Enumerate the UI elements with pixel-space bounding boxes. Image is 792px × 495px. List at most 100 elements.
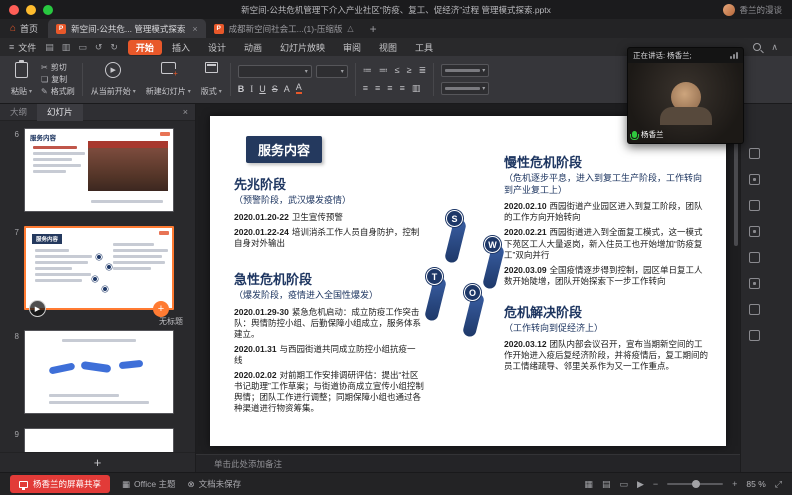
- side-panel-icon[interactable]: [749, 226, 760, 237]
- notes-placeholder[interactable]: 单击此处添加备注: [196, 454, 740, 472]
- redo-icon[interactable]: ↻: [110, 42, 118, 53]
- layout-button[interactable]: 版式▾: [196, 60, 227, 99]
- minimize-window-button[interactable]: [26, 5, 36, 15]
- close-panel-icon[interactable]: ×: [183, 107, 195, 117]
- font-color-button[interactable]: A: [296, 83, 302, 94]
- thumb-wordart-shape: [81, 361, 112, 373]
- font-name-select[interactable]: ▾: [238, 65, 312, 78]
- print-preview-icon[interactable]: ▭: [78, 42, 87, 53]
- outline-tab[interactable]: 大纲: [0, 104, 37, 121]
- save-icon[interactable]: ▤: [45, 42, 54, 53]
- format-painter-button[interactable]: ✎格式刷: [41, 86, 75, 97]
- zoom-out-icon[interactable]: −: [653, 479, 658, 489]
- tab-home[interactable]: 开始: [128, 40, 162, 55]
- align-center-icon[interactable]: ≡: [375, 83, 380, 94]
- quick-new-slide-button[interactable]: +: [153, 301, 169, 317]
- indent-increase-icon[interactable]: ≥: [407, 65, 412, 76]
- current-slide[interactable]: 服务内容 成都新空间 先兆阶段 （预警阶段，武汉爆发疫情） 2020.01.20…: [210, 116, 726, 446]
- dropdown-caret-icon: ▾: [133, 88, 136, 95]
- document-tab[interactable]: P 成都新空间社会工...(1)-压缩版 △: [206, 19, 362, 38]
- align-right-icon[interactable]: ≡: [387, 83, 392, 94]
- document-title: 新空间-公共危机管理下介入产业社区“防疫、复工、促经济”过程 管理模式探索.pp…: [241, 4, 551, 16]
- shadow-button[interactable]: A: [284, 84, 290, 94]
- strikethrough-button[interactable]: S: [272, 84, 278, 94]
- side-panel-icon[interactable]: [749, 330, 760, 341]
- participant-video[interactable]: 杨香兰: [628, 63, 743, 143]
- justify-icon[interactable]: ≡: [400, 83, 405, 94]
- font-size-select[interactable]: ▾: [316, 65, 348, 78]
- new-slide-button[interactable]: 新建幻灯片▾: [141, 60, 196, 99]
- zoom-window-button[interactable]: [43, 5, 53, 15]
- paste-button[interactable]: 粘贴▾: [6, 60, 37, 99]
- tab-insert[interactable]: 插入: [164, 40, 198, 55]
- home-tab[interactable]: ⌂ 首页: [0, 19, 48, 38]
- slide-8-thumbnail[interactable]: [24, 330, 174, 414]
- slideshow-view-icon[interactable]: ▶: [637, 479, 644, 490]
- tab-slideshow[interactable]: 幻灯片放映: [272, 40, 333, 55]
- start-from-current-button[interactable]: ▶ 从当前开始▾: [86, 60, 141, 99]
- reading-view-icon[interactable]: ▭: [619, 479, 628, 490]
- side-panel-icon[interactable]: [749, 304, 760, 315]
- tab-design[interactable]: 设计: [200, 40, 234, 55]
- zoom-slider-knob[interactable]: [692, 480, 700, 488]
- align-left-icon[interactable]: ≡: [363, 83, 368, 94]
- theme-icon: ▦: [122, 479, 130, 490]
- document-tab-active[interactable]: P 新空间-公共危... 管理模式探索 ×: [48, 19, 206, 38]
- slide-9-thumbnail[interactable]: [24, 428, 174, 452]
- print-icon[interactable]: ▥: [62, 42, 71, 53]
- slide-number: 6: [5, 128, 19, 212]
- numbering-icon[interactable]: ≕: [379, 65, 388, 76]
- play-media-button[interactable]: ▶: [29, 300, 46, 317]
- zoom-level[interactable]: 85 %: [746, 479, 765, 489]
- tab-tools[interactable]: 工具: [407, 40, 441, 55]
- copy-button[interactable]: ❏复制: [41, 74, 75, 85]
- side-panel-icon[interactable]: [749, 148, 760, 159]
- theme-indicator[interactable]: ▦ Office 主题: [122, 478, 175, 490]
- side-panel-icon[interactable]: [749, 200, 760, 211]
- screen-share-pill[interactable]: 杨香兰的屏幕共享: [10, 475, 110, 493]
- thumb-text-placeholder: [29, 143, 84, 173]
- phase-section: 危机解决阶段 （工作转向到促经济上） 2020.03.12团队内部会议召开，宣布…: [504, 302, 710, 373]
- undo-icon[interactable]: ↺: [95, 42, 103, 53]
- side-panel-icon[interactable]: [749, 278, 760, 289]
- slide-6-thumbnail[interactable]: 服务内容: [24, 128, 174, 212]
- cut-button[interactable]: ✂剪切: [41, 62, 75, 73]
- tab-view[interactable]: 视图: [371, 40, 405, 55]
- account-widget[interactable]: 香兰的漫谈: [723, 4, 792, 16]
- underline-button[interactable]: U: [259, 84, 266, 94]
- normal-view-icon[interactable]: ▦: [584, 479, 593, 490]
- slide-7-thumbnail-selected[interactable]: 服务内容: [24, 226, 174, 310]
- tab-animation[interactable]: 动画: [236, 40, 270, 55]
- shape-style-dropdown[interactable]: ▾: [441, 82, 489, 95]
- tab-review[interactable]: 审阅: [335, 40, 369, 55]
- add-slide-button[interactable]: +: [94, 455, 102, 470]
- text-style-dropdown[interactable]: ▾: [441, 64, 489, 77]
- ribbon-separator: [355, 63, 356, 96]
- italic-button[interactable]: I: [250, 84, 253, 94]
- close-tab-icon[interactable]: ×: [192, 24, 197, 34]
- indent-decrease-icon[interactable]: ≤: [395, 65, 400, 76]
- slide-title-badge: 服务内容: [246, 136, 322, 163]
- line-spacing-icon[interactable]: ≣: [419, 65, 427, 76]
- bullets-icon[interactable]: ≔: [363, 65, 372, 76]
- fit-slide-icon[interactable]: ⤢: [775, 479, 782, 490]
- participant-name: 杨香兰: [641, 129, 664, 140]
- close-window-button[interactable]: [9, 5, 19, 15]
- collapse-ribbon-icon[interactable]: ∧: [771, 42, 778, 53]
- speaking-label: 正在讲话: 杨香兰;: [633, 50, 692, 61]
- zoom-in-icon[interactable]: +: [732, 479, 737, 489]
- zoom-slider[interactable]: [667, 483, 723, 485]
- side-panel-icon[interactable]: [749, 174, 760, 185]
- file-menu-button[interactable]: ≡ 文件: [0, 41, 45, 54]
- video-call-overlay[interactable]: 正在讲话: 杨香兰; 杨香兰: [627, 47, 744, 144]
- thumbnail-row: 9: [0, 428, 195, 452]
- new-document-tab-button[interactable]: +: [362, 19, 385, 38]
- slide-sorter-icon[interactable]: ▤: [602, 479, 611, 490]
- slides-tab[interactable]: 幻灯片: [37, 104, 83, 121]
- search-icon[interactable]: [753, 43, 761, 51]
- save-status[interactable]: ⊗ 文档未保存: [187, 478, 241, 490]
- side-panel-icon[interactable]: [749, 252, 760, 263]
- columns-icon[interactable]: ▥: [412, 83, 421, 94]
- bold-button[interactable]: B: [238, 84, 245, 94]
- item-date: 2020.01.31: [234, 344, 277, 354]
